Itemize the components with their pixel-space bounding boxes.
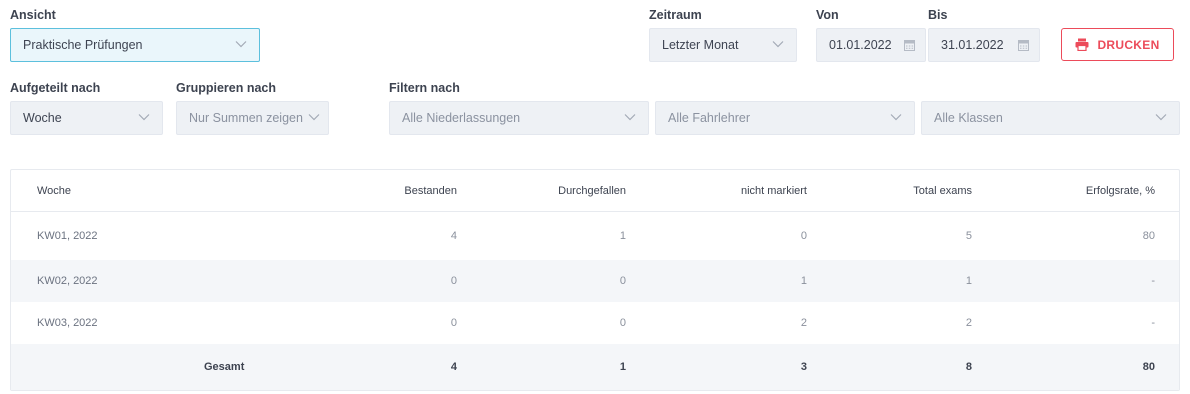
to-date-value: 31.01.2022 (941, 38, 1004, 52)
cell-passed: 0 (450, 317, 457, 329)
split-by-value: Woche (23, 111, 62, 125)
branch-filter-value: Alle Niederlassungen (402, 111, 521, 125)
cell-week: KW03, 2022 (37, 317, 98, 329)
column-header-unmarked[interactable]: nicht markiert (741, 185, 807, 197)
column-header-passed[interactable]: Bestanden (404, 185, 457, 197)
table-row: KW01, 2022 4 1 0 5 80 (11, 212, 1179, 260)
class-filter-value: Alle Klassen (934, 111, 1003, 125)
calendar-icon[interactable] (904, 39, 915, 51)
class-filter-select[interactable]: Alle Klassen (921, 101, 1180, 135)
cell-total-passed: 4 (450, 361, 457, 373)
print-button[interactable]: DRUCKEN (1061, 28, 1174, 61)
group-by-label: Gruppieren nach (176, 81, 277, 95)
table-row: KW03, 2022 0 0 2 2 - (11, 302, 1179, 344)
chevron-down-icon (138, 114, 150, 121)
view-select-value: Praktische Prüfungen (23, 38, 143, 52)
cell-total-label: Gesamt (204, 361, 245, 373)
group-by-select[interactable]: Nur Summen zeigen (176, 101, 329, 135)
chevron-down-icon (235, 41, 247, 48)
filter-label: Filtern nach (389, 81, 460, 95)
column-header-total[interactable]: Total exams (913, 185, 972, 197)
period-select[interactable]: Letzter Monat (649, 28, 797, 62)
from-label: Von (816, 8, 839, 22)
split-by-label: Aufgeteilt nach (10, 81, 101, 95)
from-date-value: 01.01.2022 (829, 38, 892, 52)
cell-total-unmarked: 3 (800, 361, 807, 373)
chevron-down-icon (624, 114, 636, 121)
instructor-filter-value: Alle Fahrlehrer (668, 111, 750, 125)
group-by-value: Nur Summen zeigen (189, 111, 303, 125)
cell-unmarked: 1 (800, 275, 807, 287)
cell-week: KW01, 2022 (37, 230, 98, 242)
cell-unmarked: 2 (800, 317, 807, 329)
cell-total-success-rate: 80 (1142, 361, 1155, 373)
branch-filter-select[interactable]: Alle Niederlassungen (389, 101, 649, 135)
table-row: KW02, 2022 0 0 1 1 - (11, 260, 1179, 302)
chevron-down-icon (890, 114, 902, 121)
instructor-filter-select[interactable]: Alle Fahrlehrer (655, 101, 915, 135)
cell-week: KW02, 2022 (37, 275, 98, 287)
calendar-icon[interactable] (1018, 39, 1029, 51)
chevron-down-icon (308, 114, 320, 121)
results-table: Woche Bestanden Durchgefallen nicht mark… (10, 169, 1180, 391)
view-label: Ansicht (10, 8, 56, 22)
column-header-success-rate[interactable]: Erfolgsrate, % (1086, 185, 1155, 197)
split-by-select[interactable]: Woche (10, 101, 163, 135)
cell-failed: 0 (619, 317, 626, 329)
period-select-value: Letzter Monat (662, 38, 739, 52)
chevron-down-icon (772, 41, 784, 48)
to-label: Bis (928, 8, 948, 22)
column-header-week[interactable]: Woche (37, 185, 71, 197)
cell-total: 5 (965, 230, 972, 242)
cell-total-failed: 1 (619, 361, 626, 373)
column-header-failed[interactable]: Durchgefallen (558, 185, 626, 197)
cell-failed: 1 (619, 230, 626, 242)
print-button-label: DRUCKEN (1097, 37, 1160, 52)
cell-passed: 0 (450, 275, 457, 287)
cell-passed: 4 (450, 230, 457, 242)
cell-success-rate: - (1151, 317, 1155, 329)
cell-total: 1 (965, 275, 972, 287)
cell-unmarked: 0 (800, 230, 807, 242)
period-label: Zeitraum (649, 8, 702, 22)
cell-total: 2 (965, 317, 972, 329)
cell-success-rate: 80 (1142, 230, 1155, 242)
printer-icon (1075, 38, 1089, 51)
to-date-input[interactable]: 31.01.2022 (928, 28, 1040, 62)
cell-success-rate: - (1151, 275, 1155, 287)
table-total-row: Gesamt 4 1 3 8 80 (11, 344, 1179, 390)
cell-failed: 0 (619, 275, 626, 287)
from-date-input[interactable]: 01.01.2022 (816, 28, 926, 62)
cell-total-exams: 8 (965, 361, 972, 373)
chevron-down-icon (1155, 114, 1167, 121)
table-header-row: Woche Bestanden Durchgefallen nicht mark… (11, 170, 1179, 212)
view-select[interactable]: Praktische Prüfungen (10, 28, 260, 62)
